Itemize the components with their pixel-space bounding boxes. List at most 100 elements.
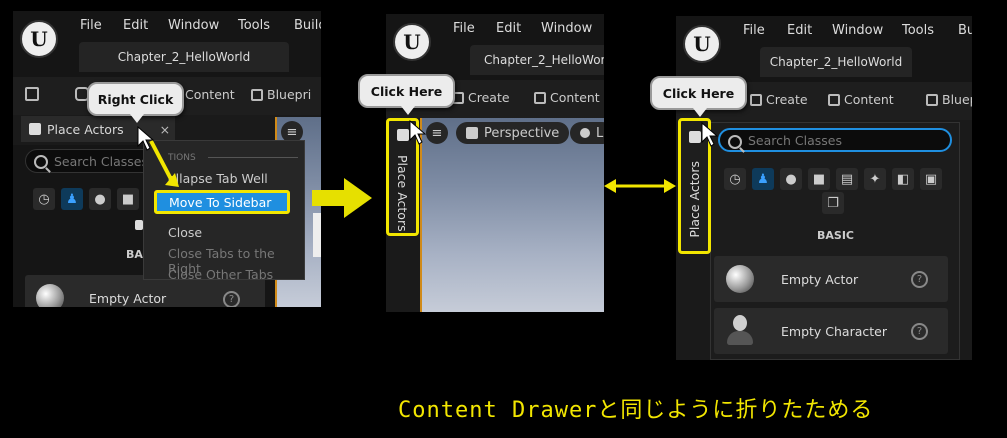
menu-move-to-sidebar-label: Move To Sidebar xyxy=(169,194,272,210)
blueprint-button[interactable]: Bluep xyxy=(926,92,972,107)
lights-icon[interactable]: ● xyxy=(780,168,802,190)
mouse-cursor-icon xyxy=(701,122,719,147)
mouse-cursor-icon xyxy=(409,120,427,145)
save-icon[interactable] xyxy=(25,87,39,101)
menu-build[interactable]: Bui xyxy=(958,23,972,38)
search-icon xyxy=(728,135,742,149)
recent-icon[interactable]: ◷ xyxy=(33,188,55,210)
place-actors-vertical-label: Place Actors xyxy=(395,155,410,232)
level-tab[interactable]: Chapter_2_HelloWorld xyxy=(470,45,604,75)
lit-icon xyxy=(580,128,590,138)
menu-tools[interactable]: Tools xyxy=(238,18,270,33)
content-button[interactable]: Content xyxy=(185,87,235,102)
level-tab[interactable]: Chapter_2_HelloWorld xyxy=(760,47,912,77)
cinematic-icon[interactable] xyxy=(135,220,143,230)
level-viewport[interactable] xyxy=(420,118,604,312)
content-button[interactable]: Content xyxy=(828,92,894,107)
lights-icon[interactable]: ● xyxy=(89,188,111,210)
content-label: Content xyxy=(185,87,235,102)
shapes-icon[interactable]: ■ xyxy=(117,188,139,210)
lit-button[interactable]: L xyxy=(570,122,604,144)
menu-file[interactable]: File xyxy=(453,21,475,36)
menu-bar: U File Edit Window Tools Bui xyxy=(676,16,972,63)
callout-text: Right Click xyxy=(97,91,174,107)
actor-label: Empty Actor xyxy=(89,290,167,306)
mouse-cursor-icon xyxy=(137,126,155,151)
create-icon xyxy=(750,93,762,106)
perspective-button[interactable]: Perspective xyxy=(456,122,570,144)
callout-text: Click Here xyxy=(370,83,443,99)
actor-label: Empty Actor xyxy=(781,271,859,287)
volumes-icon[interactable]: ◧ xyxy=(892,168,914,190)
actor-label: Empty Character xyxy=(781,323,887,339)
place-actors-icon xyxy=(29,123,41,135)
next-step-arrow-icon xyxy=(312,178,372,218)
level-tab-label: Chapter_2_HelloWorld xyxy=(769,55,903,69)
recent-icon[interactable]: ◷ xyxy=(724,168,746,190)
level-tab[interactable]: Chapter_2_HelloWorld xyxy=(79,42,289,72)
content-icon xyxy=(828,93,840,106)
sphere-icon xyxy=(726,265,754,293)
right-click-callout: Right Click xyxy=(87,82,184,123)
menu-bar: U File Edit Window xyxy=(386,14,604,61)
blueprint-label: Bluepri xyxy=(267,87,312,102)
screenshot-panel-2: U File Edit Window Chapter_2_HelloWorld … xyxy=(386,14,604,312)
content-label: Content xyxy=(844,92,894,107)
character-icon xyxy=(727,315,753,347)
caption-text: Content Drawerと同じように折りたためる xyxy=(398,398,874,423)
menu-edit[interactable]: Edit xyxy=(123,18,148,33)
create-label: Create xyxy=(766,92,808,107)
place-actors-tab-label: Place Actors xyxy=(47,121,124,137)
unreal-logo[interactable]: U xyxy=(20,20,58,58)
menu-tools[interactable]: Tools xyxy=(902,23,934,38)
menu-file[interactable]: File xyxy=(80,18,102,33)
perspective-label: Perspective xyxy=(484,125,560,141)
cinematic-icon[interactable]: ▤ xyxy=(836,168,858,190)
menu-window[interactable]: Window xyxy=(832,23,883,38)
content-button[interactable]: Content xyxy=(534,90,600,105)
menu-build[interactable]: Build xyxy=(294,18,321,33)
place-actors-vertical-label: Place Actors xyxy=(687,161,702,238)
search-icon xyxy=(34,155,48,169)
menu-edit[interactable]: Edit xyxy=(496,21,521,36)
basic-icon[interactable]: ♟ xyxy=(752,168,774,190)
level-tab-label: Chapter_2_HelloWorld xyxy=(117,50,251,64)
menu-file[interactable]: File xyxy=(743,23,765,38)
blueprint-icon xyxy=(251,88,263,101)
search-placeholder: Search Classes xyxy=(54,153,149,169)
search-input[interactable]: Search Classes xyxy=(718,128,952,152)
blueprint-label: Bluep xyxy=(942,92,972,107)
all-classes-icon[interactable]: ▣ xyxy=(920,168,942,190)
help-icon[interactable]: ? xyxy=(223,291,240,307)
place-actors-icon xyxy=(689,131,701,143)
shapes-icon[interactable]: ■ xyxy=(808,168,830,190)
click-here-callout: Click Here xyxy=(650,76,747,117)
callout-text: Click Here xyxy=(662,85,735,101)
level-tab-label: Chapter_2_HelloWorld xyxy=(484,53,604,67)
basic-icon[interactable]: ♟ xyxy=(61,188,83,210)
content-label: Content xyxy=(550,90,600,105)
hamburger-icon[interactable]: ≡ xyxy=(426,122,448,144)
menu-move-to-sidebar[interactable]: Move To Sidebar xyxy=(154,190,290,214)
menu-close[interactable]: Close xyxy=(168,225,202,240)
search-placeholder: Search Classes xyxy=(748,132,843,148)
create-button[interactable]: Create xyxy=(750,92,808,107)
menu-window[interactable]: Window xyxy=(541,21,592,36)
menu-edit[interactable]: Edit xyxy=(787,23,812,38)
create-button[interactable]: Create xyxy=(452,90,510,105)
help-icon[interactable]: ? xyxy=(911,323,928,340)
geometry-icon[interactable]: ❐ xyxy=(822,192,844,214)
content-icon xyxy=(534,91,546,104)
section-header: BASIC xyxy=(817,229,854,242)
blueprint-button[interactable]: Bluepri xyxy=(251,87,311,102)
blueprint-icon xyxy=(926,93,938,106)
help-icon[interactable]: ? xyxy=(911,271,928,288)
visual-effects-icon[interactable]: ✦ xyxy=(864,168,886,190)
menu-window[interactable]: Window xyxy=(168,18,219,33)
unreal-logo[interactable]: U xyxy=(393,23,431,61)
menu-close-other-tabs[interactable]: Close Other Tabs xyxy=(168,267,273,282)
double-arrow-icon xyxy=(604,179,676,193)
sphere-icon xyxy=(36,284,64,307)
unreal-logo[interactable]: U xyxy=(683,25,721,63)
screenshot-panel-3: U File Edit Window Tools Bui Chapter_2_H… xyxy=(676,16,972,360)
